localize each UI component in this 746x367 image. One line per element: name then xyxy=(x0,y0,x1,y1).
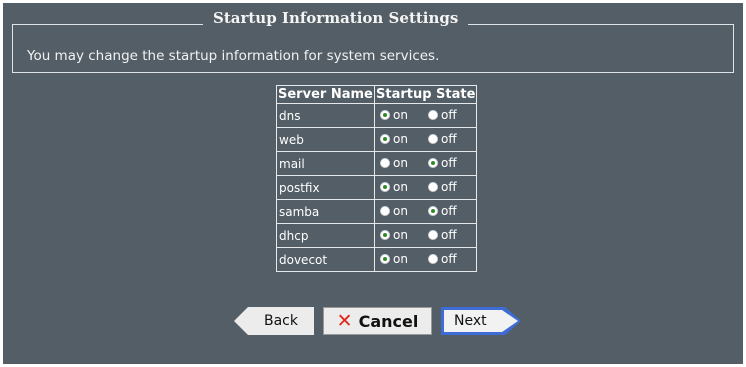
state-cell-dns: on off xyxy=(373,103,478,128)
mail-on-option[interactable]: on xyxy=(380,156,426,170)
dhcp-on-option[interactable]: on xyxy=(380,228,426,242)
web-off-option[interactable]: off xyxy=(428,132,474,146)
dovecot-off-option[interactable]: off xyxy=(428,252,474,266)
table-row: postfix on off xyxy=(276,175,478,200)
server-name-dns: dns xyxy=(276,103,375,128)
next-button-face: Next xyxy=(444,310,518,332)
table-row: web on off xyxy=(276,127,478,152)
settings-panel: Startup Information Settings You may cha… xyxy=(3,3,743,364)
state-cell-samba: on off xyxy=(373,199,478,224)
state-cell-web: on off xyxy=(373,127,478,152)
state-cell-mail: on off xyxy=(373,151,478,176)
services-table: Server Name Startup State dns on off web … xyxy=(276,85,478,272)
page-description: You may change the startup information f… xyxy=(27,48,440,64)
dns-off-option[interactable]: off xyxy=(428,108,474,122)
header-startup-state: Startup State xyxy=(373,85,478,104)
table-row: samba on off xyxy=(276,199,478,224)
table-row: mail on off xyxy=(276,151,478,176)
server-name-postfix: postfix xyxy=(276,175,375,200)
samba-off-option[interactable]: off xyxy=(428,204,474,218)
table-row: dhcp on off xyxy=(276,223,478,248)
postfix-on-option[interactable]: on xyxy=(380,180,426,194)
dns-off-radio[interactable] xyxy=(428,110,438,120)
dhcp-on-radio[interactable] xyxy=(380,230,390,240)
dhcp-off-option[interactable]: off xyxy=(428,228,474,242)
mail-off-option[interactable]: off xyxy=(428,156,474,170)
server-name-dovecot: dovecot xyxy=(276,247,375,272)
state-cell-dhcp: on off xyxy=(373,223,478,248)
postfix-off-option[interactable]: off xyxy=(428,180,474,194)
postfix-on-radio[interactable] xyxy=(380,182,390,192)
mail-on-radio[interactable] xyxy=(380,158,390,168)
next-button[interactable]: Next xyxy=(441,307,521,335)
server-name-dhcp: dhcp xyxy=(276,223,375,248)
state-cell-dovecot: on off xyxy=(373,247,478,272)
server-name-web: web xyxy=(276,127,375,152)
back-button[interactable]: Back xyxy=(234,307,314,335)
web-on-option[interactable]: on xyxy=(380,132,426,146)
table-row: dns on off xyxy=(276,103,478,128)
postfix-off-radio[interactable] xyxy=(428,182,438,192)
web-on-radio[interactable] xyxy=(380,134,390,144)
dovecot-off-radio[interactable] xyxy=(428,254,438,264)
cancel-button[interactable]: ✕ Cancel xyxy=(323,307,432,335)
state-cell-postfix: on off xyxy=(373,175,478,200)
dhcp-off-radio[interactable] xyxy=(428,230,438,240)
close-icon: ✕ xyxy=(336,310,353,332)
web-off-radio[interactable] xyxy=(428,134,438,144)
dovecot-on-radio[interactable] xyxy=(380,254,390,264)
mail-off-radio[interactable] xyxy=(428,158,438,168)
dns-on-option[interactable]: on xyxy=(380,108,426,122)
dns-on-radio[interactable] xyxy=(380,110,390,120)
dovecot-on-option[interactable]: on xyxy=(380,252,426,266)
samba-on-option[interactable]: on xyxy=(380,204,426,218)
table-row: dovecot on off xyxy=(276,247,478,272)
samba-off-radio[interactable] xyxy=(428,206,438,216)
header-server-name: Server Name xyxy=(276,85,375,104)
samba-on-radio[interactable] xyxy=(380,206,390,216)
server-name-samba: samba xyxy=(276,199,375,224)
server-name-mail: mail xyxy=(276,151,375,176)
page-title: Startup Information Settings xyxy=(203,9,469,27)
